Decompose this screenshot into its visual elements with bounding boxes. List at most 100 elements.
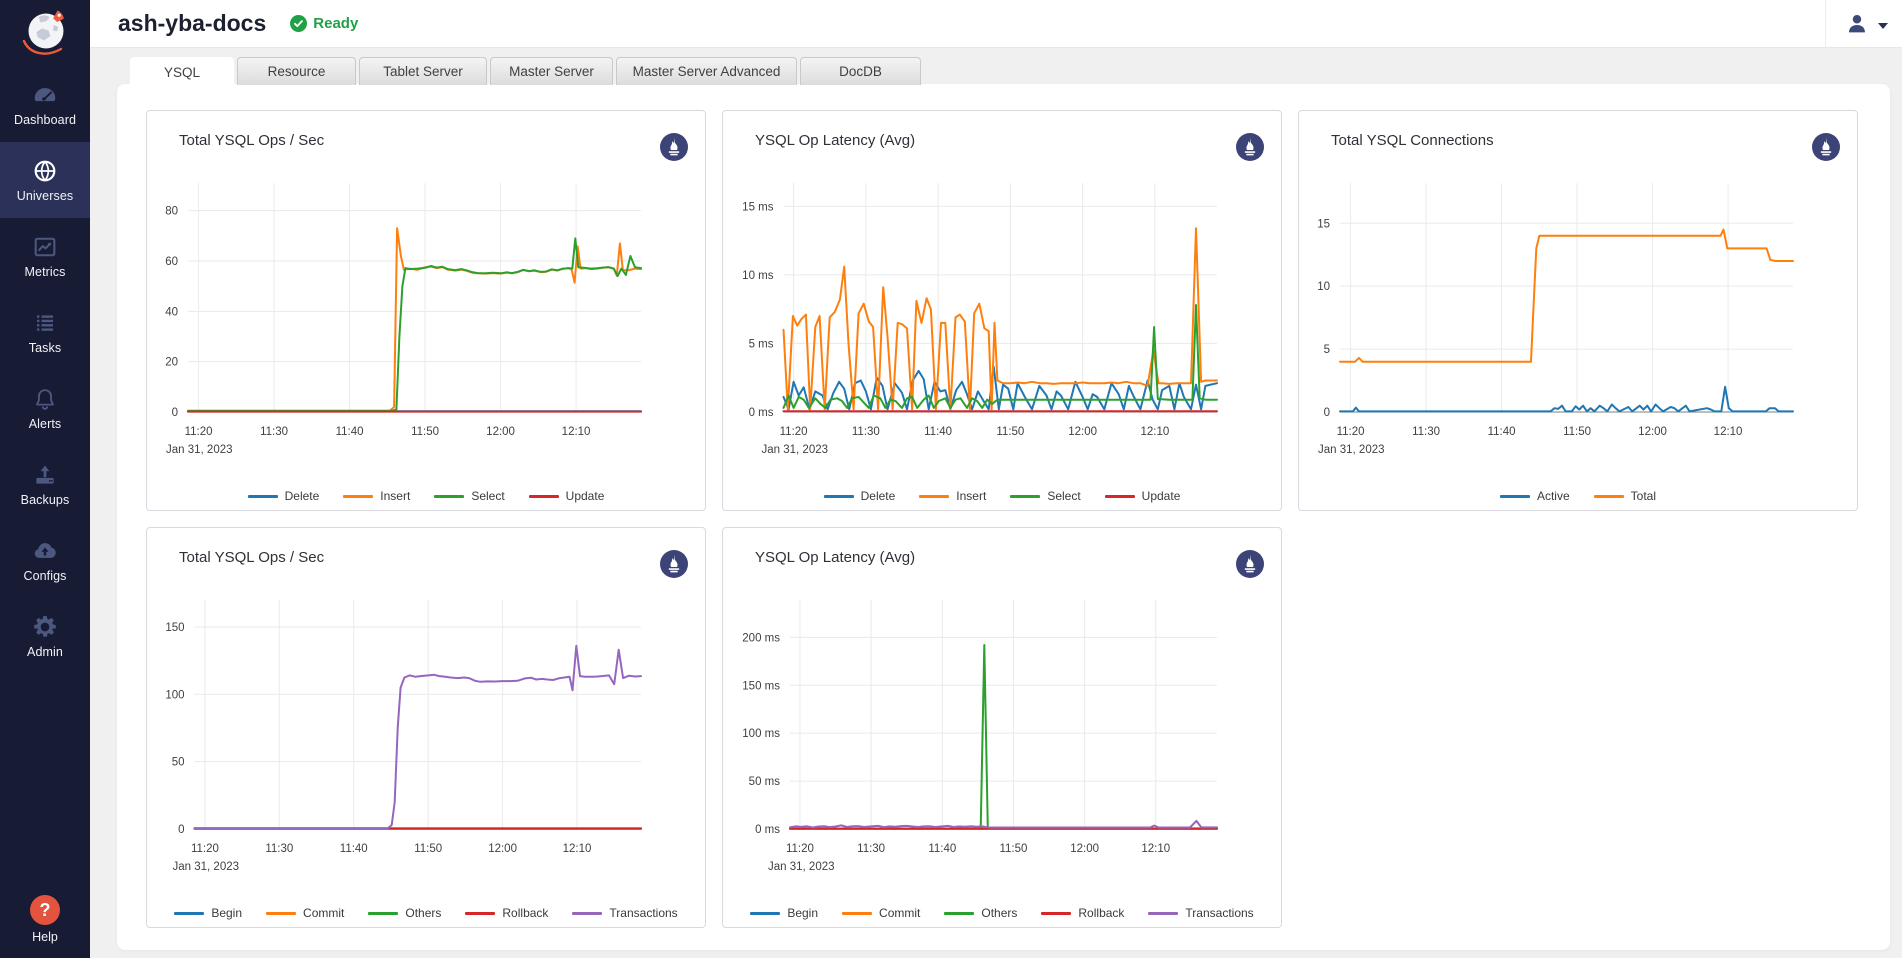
sidebar-item-help[interactable]: ? Help — [0, 895, 90, 944]
legend-item-delete[interactable]: Delete — [248, 489, 320, 503]
legend-swatch — [1010, 495, 1040, 498]
sidebar-item-universes[interactable]: Universes — [0, 142, 90, 218]
y-tick-label: 100 — [165, 689, 184, 701]
legend-item-total[interactable]: Total — [1594, 489, 1656, 503]
chart-legend: Begin Commit Others Rollback Transactions — [723, 906, 1281, 920]
legend-label: Select — [471, 489, 504, 503]
legend-label: Begin — [787, 906, 818, 920]
legend-item-insert[interactable]: Insert — [919, 489, 986, 503]
legend-label: Commit — [879, 906, 920, 920]
x-tick-label: 12:00 — [1638, 426, 1667, 438]
legend-item-others[interactable]: Others — [944, 906, 1017, 920]
tab-master-server[interactable]: Master Server — [490, 57, 613, 85]
sidebar-item-alerts[interactable]: Alerts — [0, 370, 90, 446]
y-tick-label: 80 — [165, 206, 178, 218]
chart-card: Total YSQL Connections05101511:2011:3011… — [1298, 110, 1858, 511]
y-tick-label: 60 — [165, 256, 178, 268]
y-tick-label: 15 — [1317, 218, 1330, 230]
legend-label: Insert — [380, 489, 410, 503]
legend-label: Update — [566, 489, 605, 503]
x-tick-label: 11:40 — [336, 426, 364, 438]
sidebar-item-admin[interactable]: Admin — [0, 598, 90, 674]
legend-item-others[interactable]: Others — [368, 906, 441, 920]
tab-tablet-server[interactable]: Tablet Server — [359, 57, 487, 85]
sidebar-item-backups[interactable]: Backups — [0, 446, 90, 522]
tab-resource[interactable]: Resource — [237, 57, 356, 85]
legend-item-delete[interactable]: Delete — [824, 489, 896, 503]
legend-item-select[interactable]: Select — [1010, 489, 1080, 503]
chart-plot: 05010015011:2011:3011:4011:5012:0012:10J… — [147, 528, 705, 927]
x-tick-label: 12:10 — [563, 843, 592, 855]
legend-item-select[interactable]: Select — [434, 489, 504, 503]
x-axis-date-label: Jan 31, 2023 — [762, 444, 829, 456]
admin-icon — [32, 614, 58, 640]
legend-item-insert[interactable]: Insert — [343, 489, 410, 503]
legend-swatch — [465, 912, 495, 915]
x-tick-label: 12:00 — [486, 426, 515, 438]
legend-item-update[interactable]: Update — [1105, 489, 1181, 503]
y-tick-label: 0 — [172, 407, 178, 419]
sidebar-item-label: Metrics — [25, 265, 66, 279]
legend-swatch — [1500, 495, 1530, 498]
legend-label: Transactions — [1185, 906, 1253, 920]
yugabyte-logo[interactable] — [17, 4, 75, 62]
x-tick-label: 11:50 — [999, 843, 1027, 855]
sidebar-item-label: Configs — [23, 569, 66, 583]
legend-item-update[interactable]: Update — [529, 489, 605, 503]
legend-swatch — [529, 495, 559, 498]
legend-label: Select — [1047, 489, 1080, 503]
sidebar-item-metrics[interactable]: Metrics — [0, 218, 90, 294]
legend-item-transactions[interactable]: Transactions — [572, 906, 677, 920]
tab-ysql[interactable]: YSQL — [130, 57, 234, 86]
legend-swatch — [919, 495, 949, 498]
legend-label: Rollback — [502, 906, 548, 920]
legend-item-begin[interactable]: Begin — [750, 906, 818, 920]
y-tick-label: 10 ms — [742, 270, 774, 282]
legend-label: Active — [1537, 489, 1570, 503]
legend-swatch — [1148, 912, 1178, 915]
chart-grid: Total YSQL Ops / Sec02040608011:2011:301… — [146, 110, 1858, 928]
tasks-icon — [32, 310, 58, 336]
chart-legend: Active Total — [1299, 489, 1857, 503]
legend-swatch — [368, 912, 398, 915]
tab-master-server-advanced[interactable]: Master Server Advanced — [616, 57, 797, 85]
y-tick-label: 10 — [1317, 281, 1330, 293]
sidebar-item-label: Alerts — [29, 417, 62, 431]
sidebar: DashboardUniverses Metrics Tasks Alerts Back… — [0, 0, 90, 958]
legend-item-rollback[interactable]: Rollback — [1041, 906, 1124, 920]
user-menu[interactable] — [1825, 0, 1902, 48]
legend-swatch — [1041, 912, 1071, 915]
metrics-icon — [32, 234, 58, 260]
legend-label: Insert — [956, 489, 986, 503]
x-tick-label: 11:50 — [1563, 426, 1591, 438]
sidebar-item-label: Tasks — [29, 341, 61, 355]
legend-swatch — [174, 912, 204, 915]
legend-swatch — [572, 912, 602, 915]
legend-swatch — [1594, 495, 1624, 498]
chart-legend: Delete Insert Select Update — [723, 489, 1281, 503]
y-tick-label: 0 — [178, 824, 184, 836]
legend-item-begin[interactable]: Begin — [174, 906, 242, 920]
series-line-transactions — [790, 821, 1217, 828]
y-tick-label: 5 ms — [749, 338, 774, 350]
tab-docdb[interactable]: DocDB — [800, 57, 921, 85]
legend-item-transactions[interactable]: Transactions — [1148, 906, 1253, 920]
legend-item-active[interactable]: Active — [1500, 489, 1570, 503]
chart-plot: 0 ms50 ms100 ms150 ms200 ms11:2011:3011:… — [723, 528, 1281, 927]
sidebar-item-dashboard[interactable]: Dashboard — [0, 66, 90, 142]
content-panel: Total YSQL Ops / Sec02040608011:2011:301… — [117, 84, 1890, 950]
y-tick-label: 0 — [1324, 407, 1330, 419]
chart-plot: 02040608011:2011:3011:4011:5012:0012:10J… — [147, 111, 705, 510]
legend-item-commit[interactable]: Commit — [842, 906, 920, 920]
configs-icon — [32, 538, 58, 564]
sidebar-item-configs[interactable]: Configs — [0, 522, 90, 598]
legend-swatch — [1105, 495, 1135, 498]
sidebar-item-tasks[interactable]: Tasks — [0, 294, 90, 370]
x-tick-label: 12:10 — [1714, 426, 1743, 438]
legend-label: Update — [1142, 489, 1181, 503]
y-tick-label: 100 ms — [742, 728, 780, 740]
legend-item-rollback[interactable]: Rollback — [465, 906, 548, 920]
legend-swatch — [266, 912, 296, 915]
legend-item-commit[interactable]: Commit — [266, 906, 344, 920]
x-tick-label: 11:30 — [1412, 426, 1440, 438]
